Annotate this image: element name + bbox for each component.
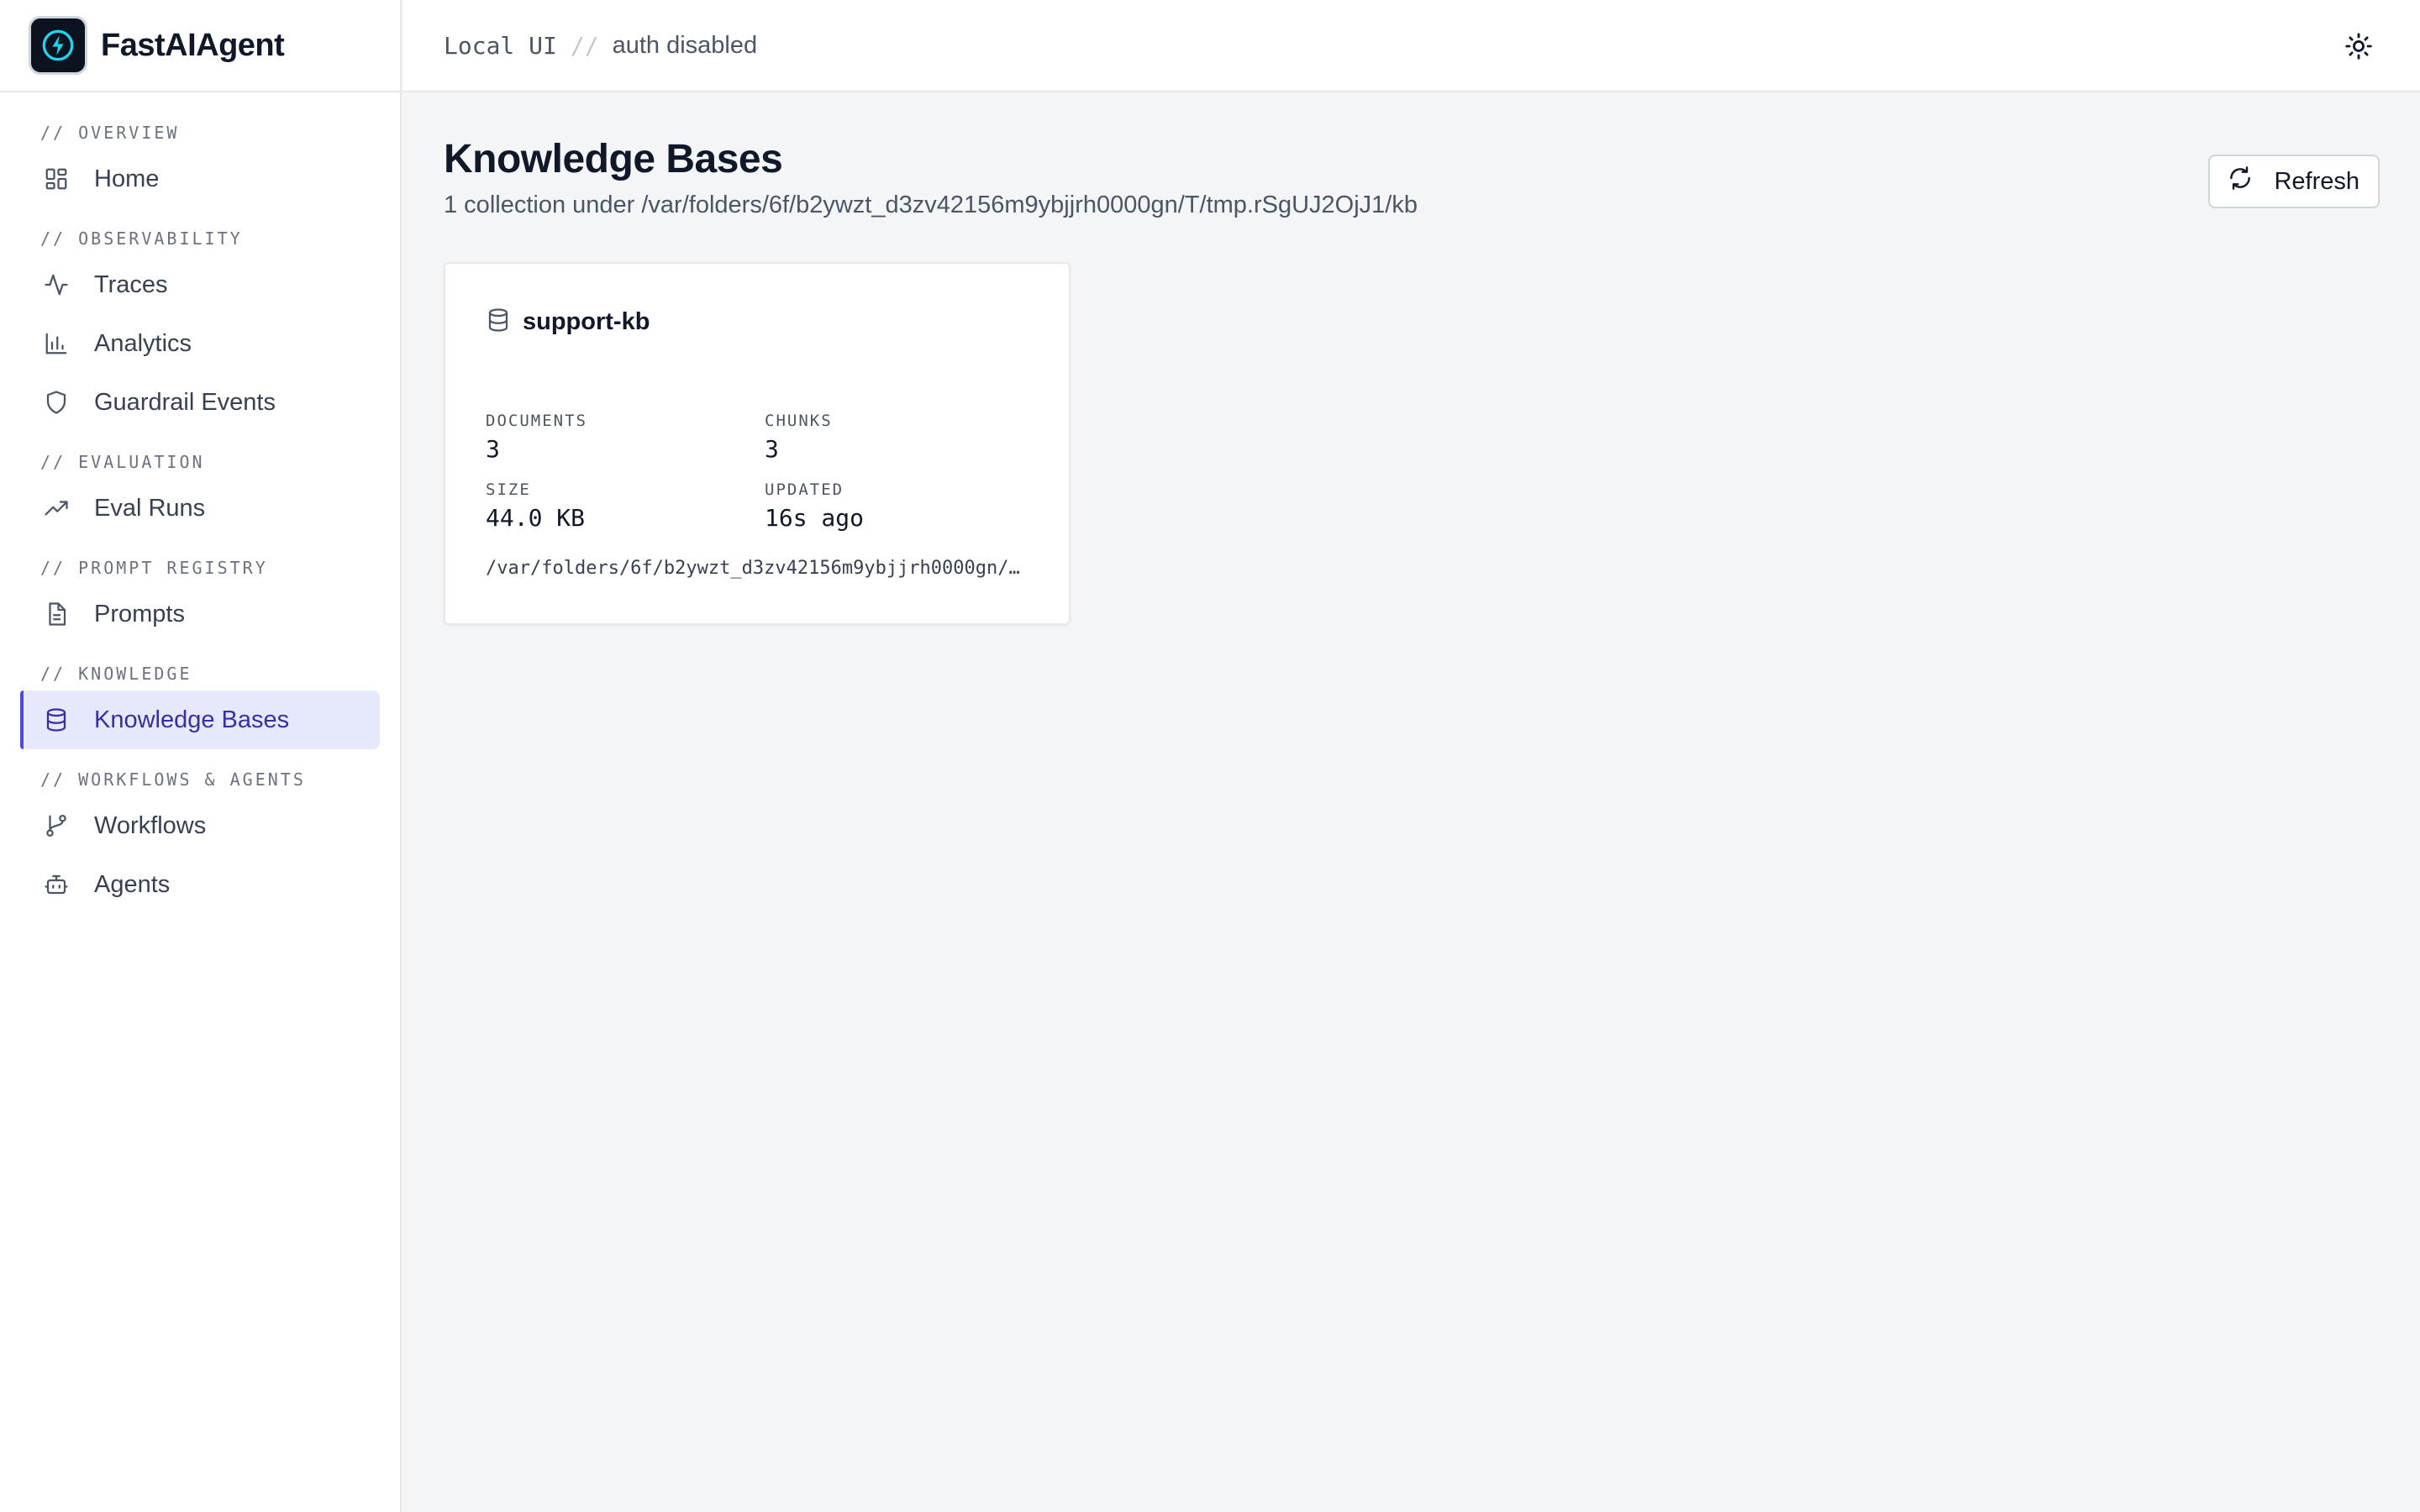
git-branch-icon <box>42 811 71 840</box>
knowledge-base-path: /var/folders/6f/b2ywzt_d3zv42156m9ybjjrh… <box>486 558 1020 579</box>
stat-value: 3 <box>765 435 779 463</box>
section-label-overview: // OVERVIEW <box>40 123 180 143</box>
refresh-icon <box>2227 165 2254 198</box>
sidebar-item-label: Eval Runs <box>94 494 206 522</box>
stat-value: 44.0 KB <box>486 504 586 532</box>
card-header: support-kb <box>486 307 1028 337</box>
section-label-evaluation: // EVALUATION <box>40 452 205 472</box>
top-bar: Local UI // auth disabled <box>403 0 2420 92</box>
stat-documents: DOCUMENTS 3 <box>486 412 738 463</box>
stat-size: SIZE 44.0 KB <box>486 480 738 532</box>
database-icon <box>486 307 511 337</box>
sidebar: FastAIAgent // OVERVIEW Home // OBSERVAB… <box>0 0 402 1512</box>
main-content: Knowledge Bases 1 collection under /var/… <box>444 134 2380 625</box>
sidebar-item-eval-runs[interactable]: Eval Runs <box>20 479 380 538</box>
brand[interactable]: FastAIAgent <box>0 0 400 92</box>
sidebar-item-prompts[interactable]: Prompts <box>20 585 380 643</box>
stat-label: SIZE <box>486 480 531 499</box>
bot-icon <box>42 870 71 899</box>
mode-label: Local UI <box>444 31 557 60</box>
sidebar-item-workflows[interactable]: Workflows <box>20 796 380 855</box>
sidebar-item-home[interactable]: Home <box>20 150 380 208</box>
page-subtitle: 1 collection under /var/folders/6f/b2ywz… <box>444 192 1418 218</box>
sidebar-item-label: Home <box>94 165 160 192</box>
sidebar-item-analytics[interactable]: Analytics <box>20 314 380 373</box>
sun-icon[interactable] <box>2343 30 2375 62</box>
sidebar-item-label: Analytics <box>94 329 192 357</box>
brand-name: FastAIAgent <box>101 27 285 63</box>
section-label-knowledge: // KNOWLEDGE <box>40 664 192 684</box>
knowledge-base-card[interactable]: support-kb DOCUMENTS 3 CHUNKS 3 SIZE 44.… <box>444 262 1071 625</box>
section-label-prompt-registry: // PROMPT REGISTRY <box>40 558 268 578</box>
sidebar-item-label: Workflows <box>94 811 207 839</box>
stat-chunks: CHUNKS 3 <box>765 412 1017 463</box>
auth-status: auth disabled <box>612 31 758 59</box>
section-label-workflows-agents: // WORKFLOWS & AGENTS <box>40 769 306 790</box>
stat-updated: UPDATED 16s ago <box>765 480 1017 532</box>
sidebar-item-label: Traces <box>94 270 168 298</box>
bar-chart-icon <box>42 329 71 358</box>
sidebar-item-label: Knowledge Bases <box>94 706 290 733</box>
sidebar-item-traces[interactable]: Traces <box>20 255 380 314</box>
sidebar-item-label: Agents <box>94 870 171 898</box>
lightning-bolt-icon <box>29 16 87 75</box>
sidebar-item-agents[interactable]: Agents <box>20 855 380 914</box>
activity-icon <box>42 270 71 299</box>
grid-icon <box>42 165 71 193</box>
refresh-button[interactable]: Refresh <box>2208 155 2380 208</box>
breadcrumb-separator: // <box>570 31 599 60</box>
stat-label: CHUNKS <box>765 412 833 430</box>
database-icon <box>42 706 71 734</box>
sidebar-item-label: Prompts <box>94 600 185 627</box>
sidebar-item-knowledge-bases[interactable]: Knowledge Bases <box>20 690 380 749</box>
stat-value: 16s ago <box>765 504 865 532</box>
stat-value: 3 <box>486 435 500 463</box>
sidebar-nav: // OVERVIEW Home // OBSERVABILITY Traces <box>0 92 400 914</box>
document-icon <box>42 600 71 628</box>
section-label-observability: // OBSERVABILITY <box>40 228 243 249</box>
sidebar-item-guardrail-events[interactable]: Guardrail Events <box>20 373 380 432</box>
page-title: Knowledge Bases <box>444 137 783 181</box>
knowledge-base-name: support-kb <box>523 308 650 335</box>
sidebar-item-label: Guardrail Events <box>94 388 276 416</box>
stat-label: UPDATED <box>765 480 844 499</box>
refresh-label: Refresh <box>2274 167 2360 195</box>
stat-label: DOCUMENTS <box>486 412 587 430</box>
trending-up-icon <box>42 494 71 522</box>
shield-icon <box>42 388 71 417</box>
